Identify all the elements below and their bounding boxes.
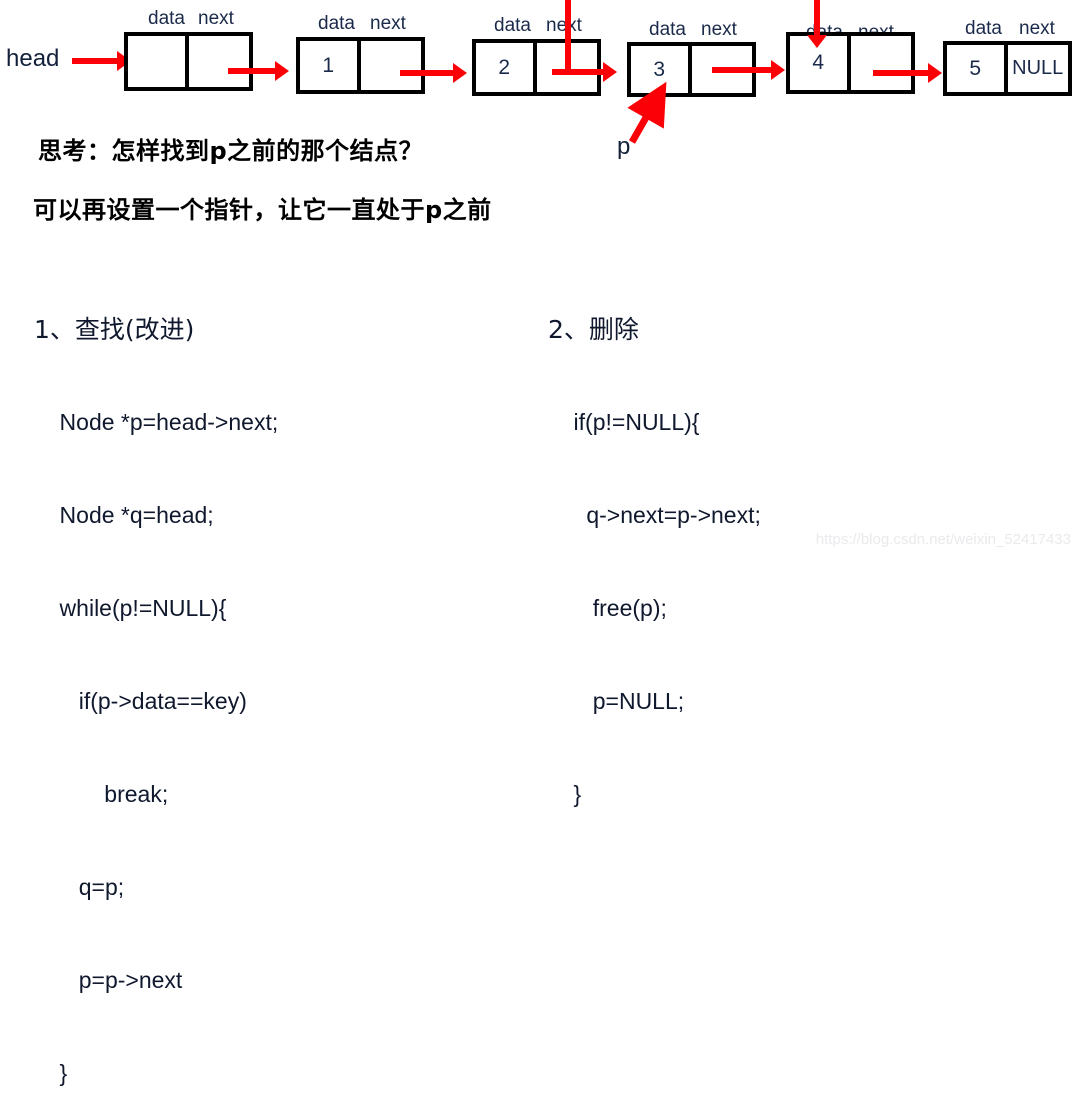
node-2-data-label: data bbox=[494, 15, 531, 36]
node-0-next-label: next bbox=[198, 8, 234, 29]
question-text: 思考：怎样找到p之前的那个结点？ bbox=[38, 137, 424, 165]
head-pointer-label: head bbox=[6, 45, 60, 72]
code-line: Node *q=head; bbox=[34, 502, 214, 528]
node-4-next-cell bbox=[851, 36, 912, 90]
node-0-data-cell bbox=[128, 36, 189, 87]
node-5-data-label: data bbox=[965, 18, 1002, 39]
answer-text: 可以再设置一个指针，让它一直处于p之前 bbox=[33, 196, 492, 224]
node-5-next-cell: NULL bbox=[1012, 57, 1064, 79]
node-1-data-label: data bbox=[318, 13, 355, 34]
code-line: free(p); bbox=[548, 595, 667, 621]
node-1-to-node-2-arrow bbox=[400, 63, 467, 83]
list-node-1: 1 bbox=[296, 37, 425, 94]
node-1-data-cell: 1 bbox=[300, 41, 361, 90]
code-block-search-heading: 1、查找(改进) bbox=[34, 315, 195, 344]
code-line: break; bbox=[34, 781, 169, 807]
node-5-data-cell: 5 bbox=[947, 45, 1008, 92]
node-0-to-node-1-arrow bbox=[228, 61, 289, 81]
node-2-to-node-3-arrow bbox=[552, 62, 617, 82]
stray-vertical-line bbox=[565, 0, 571, 75]
node-2-data-cell: 2 bbox=[476, 43, 537, 92]
node-0-next-cell bbox=[189, 36, 250, 87]
node-2-next-label: next bbox=[546, 15, 582, 36]
code-line: p=p->next bbox=[34, 967, 183, 993]
list-node-2: 2 bbox=[472, 39, 601, 96]
node-4-to-node-5-arrow bbox=[873, 63, 942, 83]
code-block-delete-heading: 2、删除 bbox=[548, 315, 639, 344]
code-line: q->next=p->next; bbox=[548, 502, 761, 528]
node-1-next-label: next bbox=[370, 13, 406, 34]
code-line: Node *p=head->next; bbox=[34, 409, 279, 435]
node-3-next-label: next bbox=[701, 19, 737, 40]
node-5-next-label: next bbox=[1019, 18, 1055, 39]
node-3-to-node-4-arrow bbox=[712, 60, 785, 80]
code-line: p=NULL; bbox=[548, 688, 685, 714]
list-node-0 bbox=[124, 32, 253, 91]
code-line: q=p; bbox=[34, 874, 125, 900]
head-to-node-arrow bbox=[72, 51, 131, 71]
code-block-search: 1、查找(改进) Node *p=head->next; Node *q=hea… bbox=[34, 252, 278, 1108]
stray-down-arrow bbox=[807, 0, 827, 48]
code-line: if(p->data==key) bbox=[34, 688, 247, 714]
node-1-next-cell bbox=[361, 41, 422, 90]
watermark-url: https://blog.csdn.net/weixin_52417433 bbox=[815, 531, 1071, 548]
code-line: if(p!=NULL){ bbox=[548, 409, 700, 435]
code-line: } bbox=[548, 781, 582, 807]
list-node-5: 5 NULL bbox=[943, 41, 1072, 96]
code-block-delete: 2、删除 if(p!=NULL){ q->next=p->next; free(… bbox=[548, 252, 761, 841]
code-line: } bbox=[34, 1060, 68, 1086]
p-pointer-label: p bbox=[617, 133, 631, 160]
node-0-data-label: data bbox=[148, 8, 185, 29]
node-3-data-label: data bbox=[649, 19, 686, 40]
list-node-4: 4 bbox=[786, 32, 915, 94]
code-line: while(p!=NULL){ bbox=[34, 595, 227, 621]
